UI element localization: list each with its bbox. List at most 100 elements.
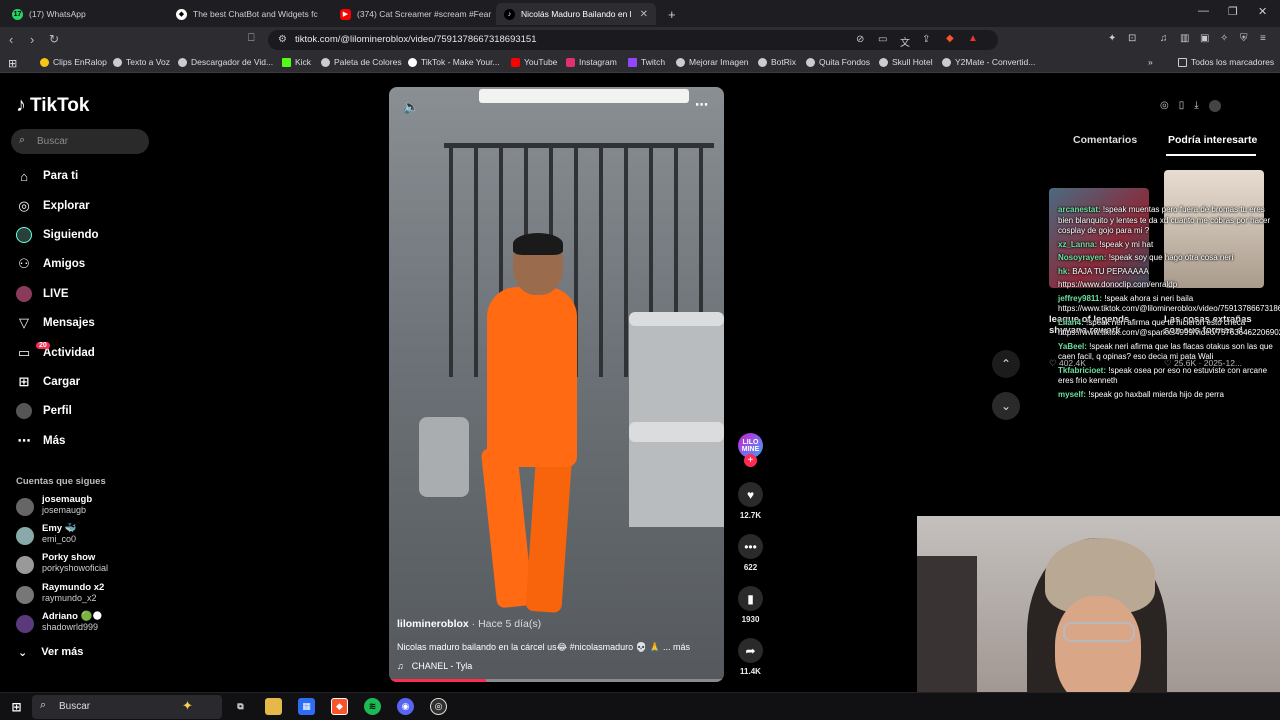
nav-cargar[interactable]: ⊞ Cargar	[16, 371, 81, 393]
translate-icon[interactable]: 文	[900, 34, 910, 49]
video-music[interactable]: ♫ CHANEL - Tyla	[397, 661, 472, 671]
wallet-icon[interactable]: ▣	[1200, 33, 1209, 44]
forward-icon[interactable]: ›	[30, 32, 34, 47]
nav-actividad[interactable]: ▭ Actividad 20	[16, 342, 95, 364]
new-tab-button[interactable]: +	[660, 3, 680, 25]
tab-comentarios[interactable]: Comentarios	[1073, 134, 1137, 146]
search-input[interactable]: ⌕ Buscar	[11, 129, 149, 154]
task-view-icon[interactable]: ⧉	[232, 698, 249, 715]
next-video-button[interactable]: ⌄	[992, 392, 1020, 420]
nav-mas[interactable]: ⋯ Más	[16, 430, 66, 452]
bookmark-item[interactable]: Descargador de Vid...	[178, 57, 273, 67]
bookmark-item[interactable]: TikTok - Make Your...	[408, 57, 500, 67]
tab-whatsapp[interactable]: 17 (17) WhatsApp	[4, 3, 164, 25]
tab-search-icon[interactable]: ⊡	[1128, 33, 1136, 44]
nav-siguiendo[interactable]: Siguiendo	[16, 224, 99, 246]
reader-icon[interactable]: ▭	[878, 34, 887, 45]
all-bookmarks[interactable]: Todos los marcadores	[1178, 57, 1274, 67]
see-more-button[interactable]: ⌄ Ver más	[18, 646, 83, 659]
bookmark-item[interactable]: Skull Hotel	[879, 57, 933, 67]
phone-icon[interactable]: ▯	[1179, 100, 1185, 112]
spotify-icon[interactable]: ≋	[364, 698, 381, 715]
bookmark-item[interactable]: Instagram	[566, 57, 617, 67]
more-options-icon[interactable]: ⋯	[695, 97, 708, 113]
like-action[interactable]: ♥ 12.7K	[738, 482, 763, 520]
taskbar-search[interactable]: ⌕ Buscar ✦	[32, 695, 222, 719]
site-settings-icon[interactable]: ⚙	[278, 34, 287, 45]
followed-account[interactable]: Emy 🐳 emi_co0	[16, 523, 77, 545]
bookmark-item[interactable]: YouTube	[511, 57, 557, 67]
compass-icon[interactable]: ◎	[1160, 100, 1169, 112]
windows-start-icon[interactable]: ⊞	[8, 698, 25, 715]
close-window-icon[interactable]: ✕	[1258, 5, 1267, 18]
leo-ai-icon[interactable]: ✧	[1220, 33, 1228, 44]
brave-shields-icon[interactable]: ◆	[946, 33, 954, 44]
share-icon[interactable]: ⇪	[922, 34, 930, 45]
bookmark-item[interactable]: Clips EnRalop	[40, 57, 107, 67]
followed-account[interactable]: Porky show porkyshowoficial	[16, 552, 108, 574]
tab-tiktok-active[interactable]: ♪ Nicolás Maduro Bailando en l ✕	[496, 3, 656, 25]
apps-grid-icon[interactable]: ⊞	[8, 57, 17, 70]
bookmark-item[interactable]: Mejorar Imagen	[676, 57, 749, 67]
media-icon[interactable]: ♫	[1160, 33, 1168, 44]
nav-mensajes[interactable]: ▽ Mensajes	[16, 312, 95, 334]
nav-live[interactable]: LIVE	[16, 283, 69, 305]
sidebar-toggle-icon[interactable]: ▥	[1180, 33, 1189, 44]
nav-perfil[interactable]: Perfil	[16, 400, 72, 422]
bookmark-item[interactable]: Kick	[282, 57, 311, 67]
restore-icon[interactable]: ❐	[1228, 5, 1238, 18]
nav-para-ti[interactable]: ⌂ Para ti	[16, 165, 78, 187]
vpn-icon[interactable]: ⛨	[1240, 33, 1248, 44]
heart-icon[interactable]: ♥	[738, 482, 763, 507]
tab-youtube[interactable]: ▶ (374) Cat Screamer #scream #Fear #	[332, 3, 492, 25]
bookmark-item[interactable]: Texto a Voz	[113, 57, 170, 67]
video-player[interactable]: 🔈 ⋯ lilomineroblox · Hace 5 día(s) Nicol…	[389, 87, 724, 682]
save-action[interactable]: ▮ 1930	[738, 586, 763, 624]
followed-account[interactable]: josemaugb josemaugb	[16, 494, 92, 516]
share-action[interactable]: ➦ 11.4K	[738, 638, 763, 676]
tab-chatbot[interactable]: ◆ The best ChatBot and Widgets fc	[168, 3, 328, 25]
extensions-icon[interactable]: ✦	[1108, 33, 1116, 44]
video-caption[interactable]: Nicolas maduro bailando en la cárcel us😂…	[397, 642, 717, 653]
share-arrow-icon[interactable]: ➦	[738, 638, 763, 663]
previous-video-button[interactable]: ⌃	[992, 350, 1020, 378]
obs-icon[interactable]: ◎	[430, 698, 447, 715]
bookmark-icon[interactable]: ▮	[738, 586, 763, 611]
url-bar[interactable]: ⚙ tiktok.com/@lilomineroblox/video/75913…	[268, 30, 998, 50]
profile-avatar-icon[interactable]	[1208, 100, 1221, 112]
followed-account[interactable]: Adriano 🟢🌑 shadowrld999	[16, 611, 102, 633]
discord-icon[interactable]: ◉	[397, 698, 414, 715]
close-tab-icon[interactable]: ✕	[640, 9, 648, 20]
menu-icon[interactable]: ≡	[1260, 33, 1266, 44]
bookmark-item[interactable]: BotRix	[758, 57, 796, 67]
nav-explorar[interactable]: ◎ Explorar	[16, 195, 89, 217]
brave-rewards-icon[interactable]: ▲	[968, 33, 978, 44]
video-progress-bar[interactable]	[389, 679, 724, 682]
see-more-label: Ver más	[41, 646, 84, 658]
bookmark-item[interactable]: Y2Mate - Convertid...	[942, 57, 1035, 67]
video-author[interactable]: lilomineroblox · Hace 5 día(s)	[397, 618, 541, 630]
followed-account[interactable]: Raymundo x2 raymundo_x2	[16, 582, 104, 604]
bookmark-icon[interactable]: ⎕	[248, 32, 255, 45]
nav-amigos[interactable]: ⚇ Amigos	[16, 253, 85, 275]
volume-icon[interactable]: 🔈	[403, 99, 419, 115]
comment-action[interactable]: ••• 622	[738, 534, 763, 572]
download-icon[interactable]: ⤓	[1194, 100, 1198, 112]
file-explorer-icon[interactable]	[265, 698, 282, 715]
bookmark-item[interactable]: Paleta de Colores	[321, 57, 402, 67]
follow-button[interactable]: +	[744, 454, 757, 467]
tiktok-logo[interactable]: ♪ TikTok	[16, 94, 89, 117]
brave-icon[interactable]: ◆	[331, 698, 348, 715]
bookmark-item[interactable]: Quita Fondos	[806, 57, 870, 67]
store-icon[interactable]: ▦	[298, 698, 315, 715]
comment-icon[interactable]: •••	[738, 534, 763, 559]
back-icon[interactable]: ‹	[9, 32, 13, 47]
tab-podria-interesarte[interactable]: Podría interesarte	[1168, 134, 1257, 146]
instagram-icon	[566, 57, 575, 67]
taskbar-search-placeholder: Buscar	[59, 701, 91, 712]
tracking-off-icon[interactable]: ⊘	[856, 34, 864, 45]
bookmark-item[interactable]: Twitch	[628, 57, 665, 67]
reload-icon[interactable]: ↻	[49, 32, 59, 46]
more-bookmarks-icon[interactable]: »	[1148, 57, 1153, 67]
minimize-icon[interactable]: —	[1198, 5, 1209, 17]
